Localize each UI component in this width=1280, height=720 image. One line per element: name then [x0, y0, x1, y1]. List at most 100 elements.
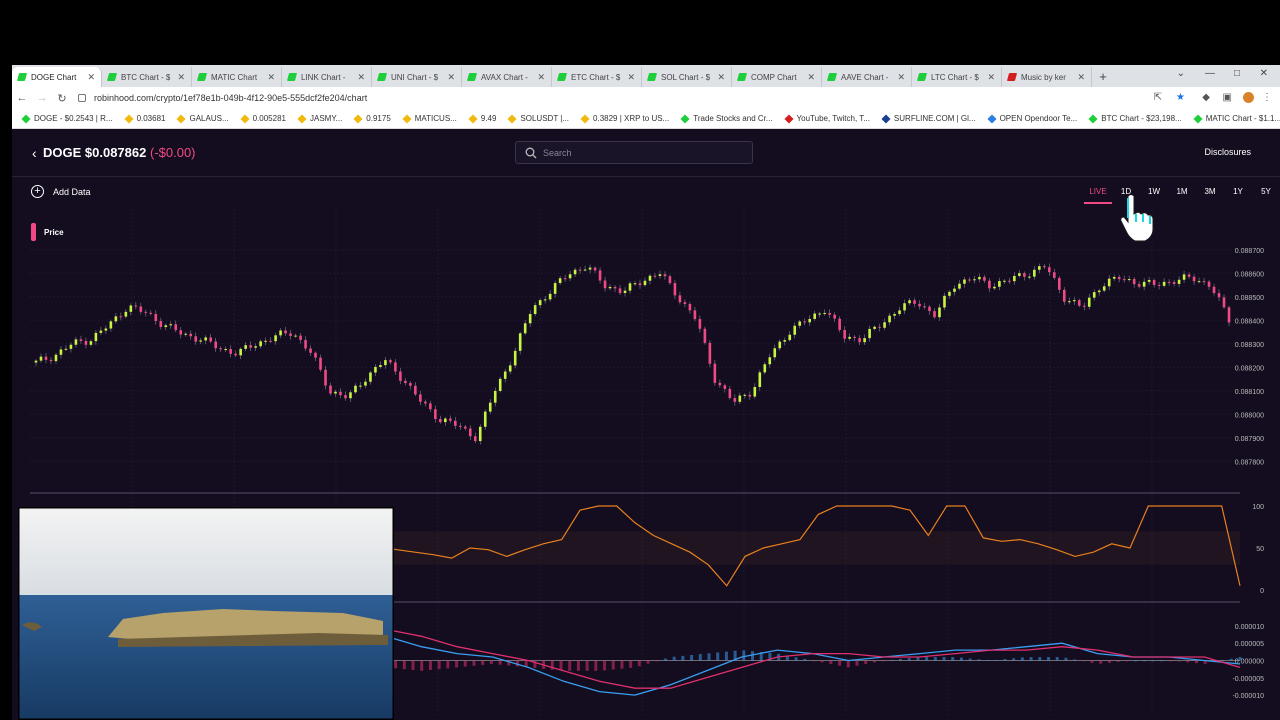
macd-histogram-bar: [637, 660, 641, 667]
candle-body: [598, 270, 602, 281]
candle-body: [743, 394, 747, 396]
candle-body: [583, 269, 587, 271]
candle-body: [483, 411, 487, 427]
candle-body: [284, 330, 287, 334]
candle-body: [808, 318, 812, 323]
candle-body: [1157, 284, 1161, 286]
candle-body: [758, 372, 762, 387]
candle-body: [728, 388, 732, 399]
candle-body: [94, 332, 98, 342]
macd-histogram-bar: [603, 660, 607, 671]
candle-body: [978, 276, 981, 280]
candle-body: [374, 366, 377, 373]
candle-body: [1013, 275, 1016, 282]
macd-histogram-bar: [1116, 660, 1120, 662]
candle-body: [1172, 282, 1176, 284]
macd-histogram-bar: [585, 660, 589, 671]
macd-histogram-bar: [663, 658, 667, 661]
candle-body: [364, 381, 367, 386]
range-1y[interactable]: 1Y: [1224, 182, 1252, 204]
macd-histogram-bar: [707, 653, 711, 661]
price-axis-tick: 0.088000: [1235, 412, 1264, 419]
candle-body: [843, 329, 846, 339]
candle-body: [848, 336, 851, 339]
macd-histogram-bar: [716, 652, 720, 661]
macd-histogram-bar: [1073, 659, 1077, 661]
candle-body: [239, 348, 242, 356]
candle-body: [1043, 266, 1046, 268]
candle-body: [753, 386, 757, 397]
price-axis-tick: 0.088300: [1235, 342, 1264, 349]
candle-body: [673, 283, 677, 296]
price-axis-tick: 0.088600: [1235, 271, 1264, 278]
macd-histogram-bar: [986, 660, 990, 661]
range-1m[interactable]: 1M: [1168, 182, 1196, 204]
candle-body: [174, 324, 178, 331]
candle-body: [973, 279, 976, 281]
candle-body: [838, 318, 841, 330]
candle-body: [933, 311, 936, 318]
candle-body: [179, 330, 183, 335]
candle-body: [59, 349, 63, 355]
candle-body: [478, 426, 482, 442]
candle-body: [693, 310, 697, 320]
candle-body: [1202, 281, 1206, 283]
range-3m[interactable]: 3M: [1196, 182, 1224, 204]
candle-body: [993, 286, 996, 289]
candle-body: [289, 333, 292, 336]
add-data-button[interactable]: + Add Data: [31, 185, 91, 198]
candle-body: [194, 336, 198, 342]
candle-body: [833, 314, 836, 319]
candle-body: [259, 341, 262, 347]
macd-histogram-bar: [1177, 660, 1181, 662]
candle-body: [119, 316, 123, 318]
candle-body: [1217, 293, 1221, 298]
macd-histogram-bar: [1029, 657, 1033, 661]
macd-histogram-bar: [646, 660, 650, 664]
candle-body: [429, 403, 432, 410]
candle-body: [618, 288, 622, 294]
plus-icon: +: [31, 185, 44, 198]
candle-body: [389, 360, 392, 363]
candle-body: [463, 426, 467, 429]
candle-body: [873, 326, 876, 329]
candle-body: [1162, 281, 1166, 286]
rsi-axis-tick: 100: [1252, 504, 1264, 511]
candle-body: [39, 356, 43, 361]
macd-axis-tick: 0.000010: [1235, 624, 1264, 631]
macd-histogram-bar: [428, 660, 432, 671]
macd-histogram-bar: [959, 657, 963, 661]
candle-body: [1018, 273, 1021, 276]
macd-histogram-bar: [1020, 657, 1024, 661]
candle-body: [798, 321, 802, 326]
candle-body: [738, 395, 742, 402]
candle-body: [199, 340, 203, 342]
candle-body: [1067, 301, 1071, 303]
candle-body: [1102, 286, 1106, 291]
macd-histogram-bar: [402, 660, 406, 670]
candle-body: [384, 360, 387, 366]
candle-body: [893, 314, 896, 316]
price-axis-tick: 0.088700: [1235, 248, 1264, 255]
macd-histogram-bar: [1099, 660, 1103, 664]
candle-body: [953, 288, 956, 292]
candle-body: [903, 303, 906, 311]
candle-body: [349, 392, 352, 399]
macd-histogram-bar: [576, 660, 580, 671]
candle-body: [883, 322, 886, 328]
range-5y[interactable]: 5Y: [1252, 182, 1280, 204]
range-live[interactable]: LIVE: [1084, 182, 1112, 204]
candle-body: [394, 362, 397, 372]
price-axis-tick: 0.088200: [1235, 365, 1264, 372]
candle-body: [1167, 281, 1171, 283]
candle-body: [1182, 274, 1186, 280]
candle-body: [863, 338, 866, 343]
candle-body: [319, 357, 322, 370]
macd-histogram-bar: [620, 660, 624, 669]
macd-histogram-bar: [811, 660, 815, 662]
candle-body: [344, 395, 347, 399]
candle-body: [1028, 276, 1031, 278]
candle-body: [454, 420, 457, 426]
candle-body: [803, 321, 807, 323]
candle-body: [913, 300, 916, 304]
